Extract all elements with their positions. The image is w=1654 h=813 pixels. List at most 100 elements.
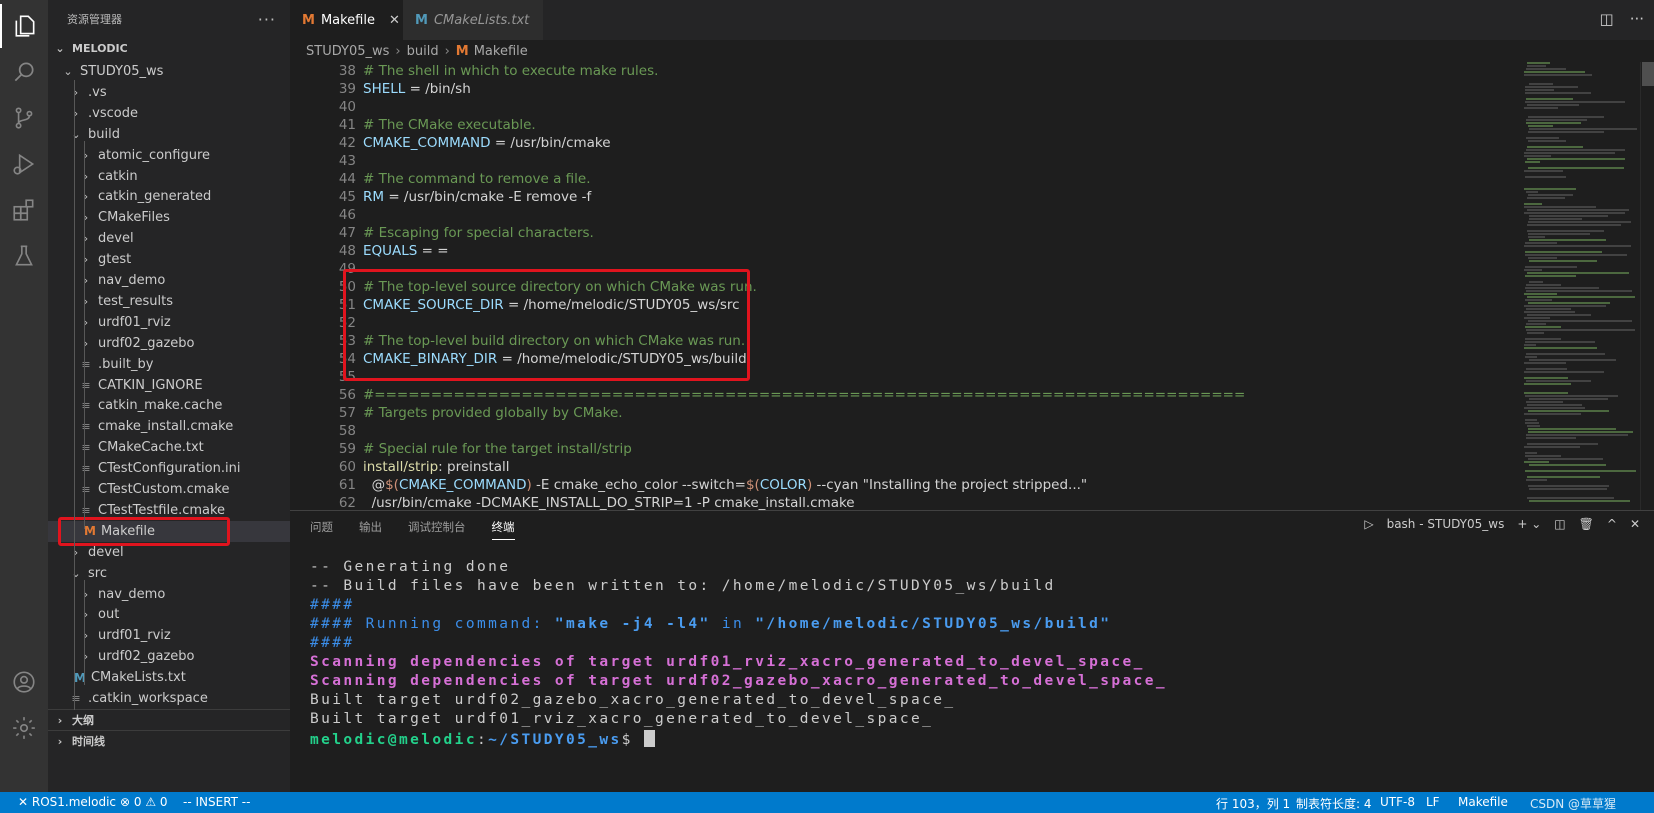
minimap-line bbox=[1525, 422, 1539, 424]
minimap-line bbox=[1526, 401, 1563, 403]
line-number: 60 bbox=[338, 459, 356, 475]
terminal-line: #### bbox=[310, 597, 355, 616]
tree-item[interactable]: › .vs bbox=[48, 82, 290, 103]
testing-icon[interactable] bbox=[0, 234, 48, 278]
line-number: 40 bbox=[338, 99, 356, 115]
line-number: 41 bbox=[338, 117, 356, 133]
extensions-icon[interactable] bbox=[0, 188, 48, 232]
makefile-icon: M bbox=[302, 12, 315, 28]
editor-scrollbar[interactable] bbox=[1640, 62, 1654, 510]
tab-cmakelists[interactable]: M CMakeLists.txt bbox=[403, 0, 543, 40]
tree-item[interactable]: ≡ .catkin_workspace bbox=[48, 688, 290, 709]
terminal-selector[interactable]: bash - STUDY05_ws bbox=[1387, 517, 1505, 531]
minimap-line bbox=[1526, 119, 1587, 121]
eol[interactable]: LF bbox=[1426, 795, 1440, 809]
code-token: CMAKE_COMMAND bbox=[398, 477, 527, 493]
tab-problems[interactable]: 问题 bbox=[310, 519, 333, 535]
code-line: 38 # The shell in which to execute make r… bbox=[290, 63, 1520, 82]
close-icon[interactable]: ✕ bbox=[389, 13, 400, 28]
cursor-position[interactable]: 行 103，列 1 bbox=[1216, 795, 1290, 812]
settings-gear-icon[interactable] bbox=[0, 706, 48, 750]
trash-icon[interactable]: 🗑 bbox=[1579, 517, 1594, 531]
more-actions-icon[interactable]: ··· bbox=[258, 10, 276, 29]
minimap-line bbox=[1528, 257, 1557, 259]
code-token: install/strip bbox=[363, 459, 439, 475]
split-terminal-icon[interactable]: ◫ bbox=[1554, 517, 1565, 531]
code-line: 61 @$(CMAKE_COMMAND) -E cmake_echo_color… bbox=[290, 477, 1520, 496]
minimap-line bbox=[1526, 308, 1571, 310]
minimap-line bbox=[1524, 170, 1563, 172]
terminal-token: Built target urdf02_gazebo_xacro_generat… bbox=[310, 692, 956, 708]
minimap-line bbox=[1527, 104, 1579, 106]
code-token: = = bbox=[417, 243, 449, 259]
minimap-line bbox=[1524, 107, 1558, 109]
timeline-section[interactable]: › 时间线 bbox=[48, 730, 290, 751]
code-token: = /usr/bin/cmake -E remove -f bbox=[384, 189, 592, 205]
tree-item-label: CMakeFiles bbox=[98, 210, 170, 226]
tree-item[interactable]: ⌄ STUDY05_ws bbox=[48, 61, 290, 82]
remote-indicator[interactable]: ✕ ROS1.melodic bbox=[0, 792, 126, 813]
new-terminal-icon[interactable]: + ⌄ bbox=[1517, 517, 1541, 531]
line-number: 38 bbox=[338, 63, 356, 79]
chevron-down-icon: ⌄ bbox=[71, 566, 81, 580]
minimap-line bbox=[1524, 362, 1566, 364]
account-icon[interactable] bbox=[0, 660, 48, 704]
breadcrumb-item[interactable]: Makefile bbox=[474, 44, 528, 59]
code-line: 46 bbox=[290, 207, 1520, 226]
breadcrumb-item[interactable]: STUDY05_ws bbox=[306, 44, 389, 59]
minimap-line bbox=[1525, 275, 1576, 277]
tree-item-label: .catkin_workspace bbox=[88, 691, 208, 706]
search-icon[interactable] bbox=[0, 50, 48, 94]
code-line: 58 bbox=[290, 423, 1520, 442]
source-control-icon[interactable] bbox=[0, 96, 48, 140]
minimap-line bbox=[1529, 83, 1553, 85]
outline-section[interactable]: › 大纲 bbox=[48, 709, 290, 730]
tab-debug-console[interactable]: 调试控制台 bbox=[408, 519, 466, 535]
chevron-right-icon: › bbox=[83, 336, 89, 350]
minimap-line bbox=[1524, 377, 1568, 379]
minimap[interactable] bbox=[1520, 62, 1640, 510]
code-token: = /usr/bin/cmake bbox=[490, 135, 611, 151]
scrollbar-thumb[interactable] bbox=[1642, 62, 1654, 86]
terminal-token: melodic@melodic bbox=[310, 732, 477, 748]
encoding[interactable]: UTF-8 bbox=[1380, 795, 1415, 809]
tab-makefile[interactable]: M Makefile ✕ bbox=[290, 0, 403, 40]
terminal-icon: ▷ bbox=[1364, 517, 1374, 531]
run-debug-icon[interactable] bbox=[0, 142, 48, 186]
tree-item[interactable]: › .vscode bbox=[48, 103, 290, 124]
close-panel-icon[interactable]: ✕ bbox=[1630, 517, 1640, 531]
minimap-line bbox=[1528, 302, 1610, 304]
minimap-line bbox=[1526, 290, 1632, 292]
bottom-panel: 问题 输出 调试控制台 终端 ▷ bash - STUDY05_ws + ⌄ ◫… bbox=[290, 510, 1654, 792]
outline-label: 大纲 bbox=[72, 714, 94, 727]
breadcrumb-item[interactable]: build bbox=[407, 44, 439, 59]
activity-bar bbox=[0, 0, 48, 792]
split-editor-icon[interactable]: ◫ bbox=[1600, 10, 1614, 28]
minimap-line bbox=[1526, 98, 1573, 100]
code-line: 43 bbox=[290, 153, 1520, 172]
minimap-line bbox=[1524, 203, 1542, 205]
code-token: #=======================================… bbox=[363, 387, 1246, 403]
tab-output[interactable]: 输出 bbox=[359, 519, 382, 535]
code-token: SHELL bbox=[363, 81, 406, 97]
line-text: EQUALS = = bbox=[363, 243, 449, 259]
tab-terminal[interactable]: 终端 bbox=[491, 519, 515, 540]
minimap-line bbox=[1529, 500, 1630, 502]
maximize-panel-icon[interactable]: ^ bbox=[1607, 517, 1617, 531]
minimap-line bbox=[1524, 383, 1571, 385]
workspace-header[interactable]: ⌄ MELODIC bbox=[48, 38, 290, 59]
minimap-line bbox=[1527, 197, 1565, 199]
line-number: 46 bbox=[338, 207, 356, 223]
terminal-token: -- Generating done bbox=[310, 559, 511, 575]
code-line: 45 RM = /usr/bin/cmake -E remove -f bbox=[290, 189, 1520, 208]
tab-size[interactable]: 制表符长度: 4 bbox=[1296, 795, 1372, 812]
problems-indicator[interactable]: ⊗ 0 ⚠ 0 bbox=[120, 795, 168, 809]
minimap-line bbox=[1526, 368, 1567, 370]
tree-item-label: STUDY05_ws bbox=[80, 64, 164, 79]
minimap-line bbox=[1524, 206, 1596, 208]
language-mode[interactable]: Makefile bbox=[1458, 795, 1508, 809]
more-actions-icon[interactable]: ··· bbox=[1630, 10, 1644, 28]
code-token: $( bbox=[385, 477, 399, 493]
code-line: 62 /usr/bin/cmake -DCMAKE_INSTALL_DO_STR… bbox=[290, 495, 1520, 510]
explorer-icon[interactable] bbox=[0, 4, 48, 48]
